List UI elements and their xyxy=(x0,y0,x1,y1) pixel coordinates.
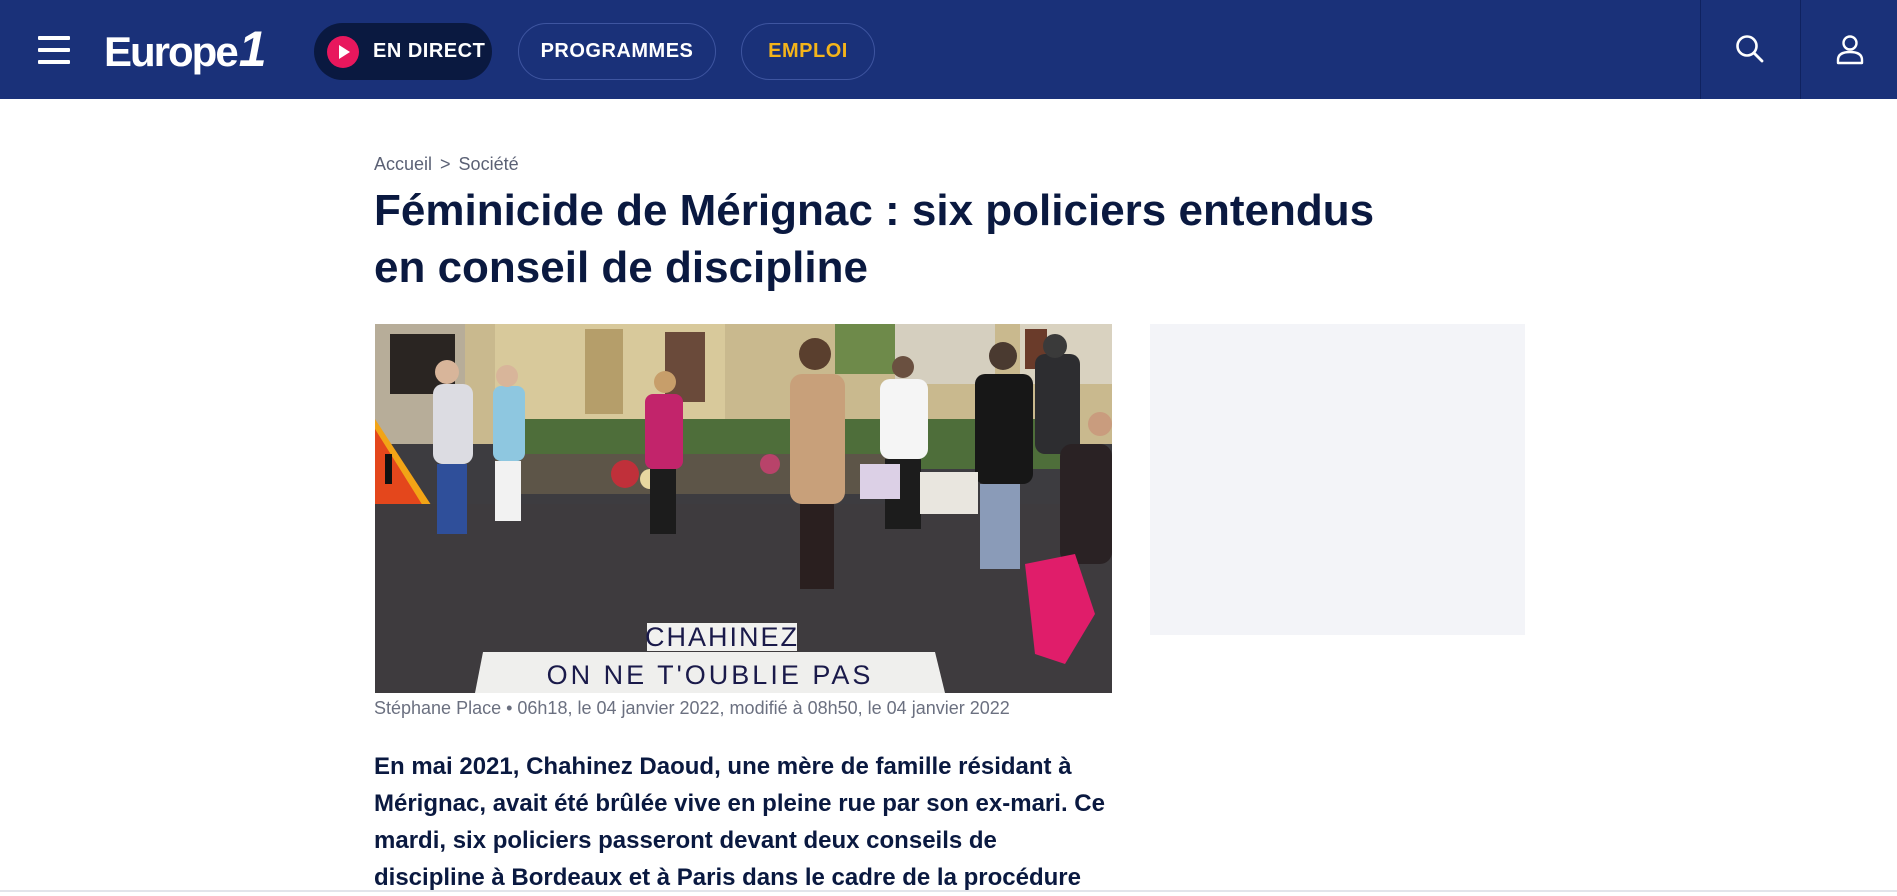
logo-text: Europe xyxy=(104,28,239,75)
breadcrumb: Accueil > Société xyxy=(374,154,519,175)
live-label: EN DIRECT xyxy=(373,40,486,62)
search-button[interactable] xyxy=(1700,0,1800,99)
photo-banner-line1: CHAHINEZ xyxy=(645,622,799,652)
programmes-button[interactable]: PROGRAMMES xyxy=(518,23,716,80)
breadcrumb-section-link[interactable]: Société xyxy=(459,154,519,174)
breadcrumb-separator: > xyxy=(440,154,451,174)
user-icon xyxy=(1836,35,1864,65)
emploi-label: EMPLOI xyxy=(768,40,848,62)
breadcrumb-home-link[interactable]: Accueil xyxy=(374,154,432,174)
article-title: Féminicide de Mérignac : six policiers e… xyxy=(374,186,1375,292)
search-icon xyxy=(1736,35,1764,63)
emploi-button[interactable]: EMPLOI xyxy=(741,23,875,80)
play-icon xyxy=(327,35,359,68)
article-lead: En mai 2021, Chahinez Daoud, une mère de… xyxy=(374,753,1105,891)
europe1-logo[interactable]: Europe1 xyxy=(104,21,267,77)
account-button[interactable] xyxy=(1800,0,1897,99)
live-button[interactable]: EN DIRECT xyxy=(314,23,492,80)
hamburger-menu-icon[interactable] xyxy=(38,36,70,64)
photo-banner-line2: ON NE T'OUBLIE PAS xyxy=(547,660,874,690)
site-header: Europe1 EN DIRECT PROGRAMMES EMPLOI xyxy=(0,0,1897,99)
logo-number: 1 xyxy=(238,21,267,77)
ad-placeholder xyxy=(1150,324,1525,635)
article-photo: CHAHINEZ ON NE T'OUBLIE PAS xyxy=(375,324,1112,693)
photo-caption: Stéphane Place • 06h18, le 04 janvier 20… xyxy=(374,698,1010,718)
programmes-label: PROGRAMMES xyxy=(540,40,694,62)
